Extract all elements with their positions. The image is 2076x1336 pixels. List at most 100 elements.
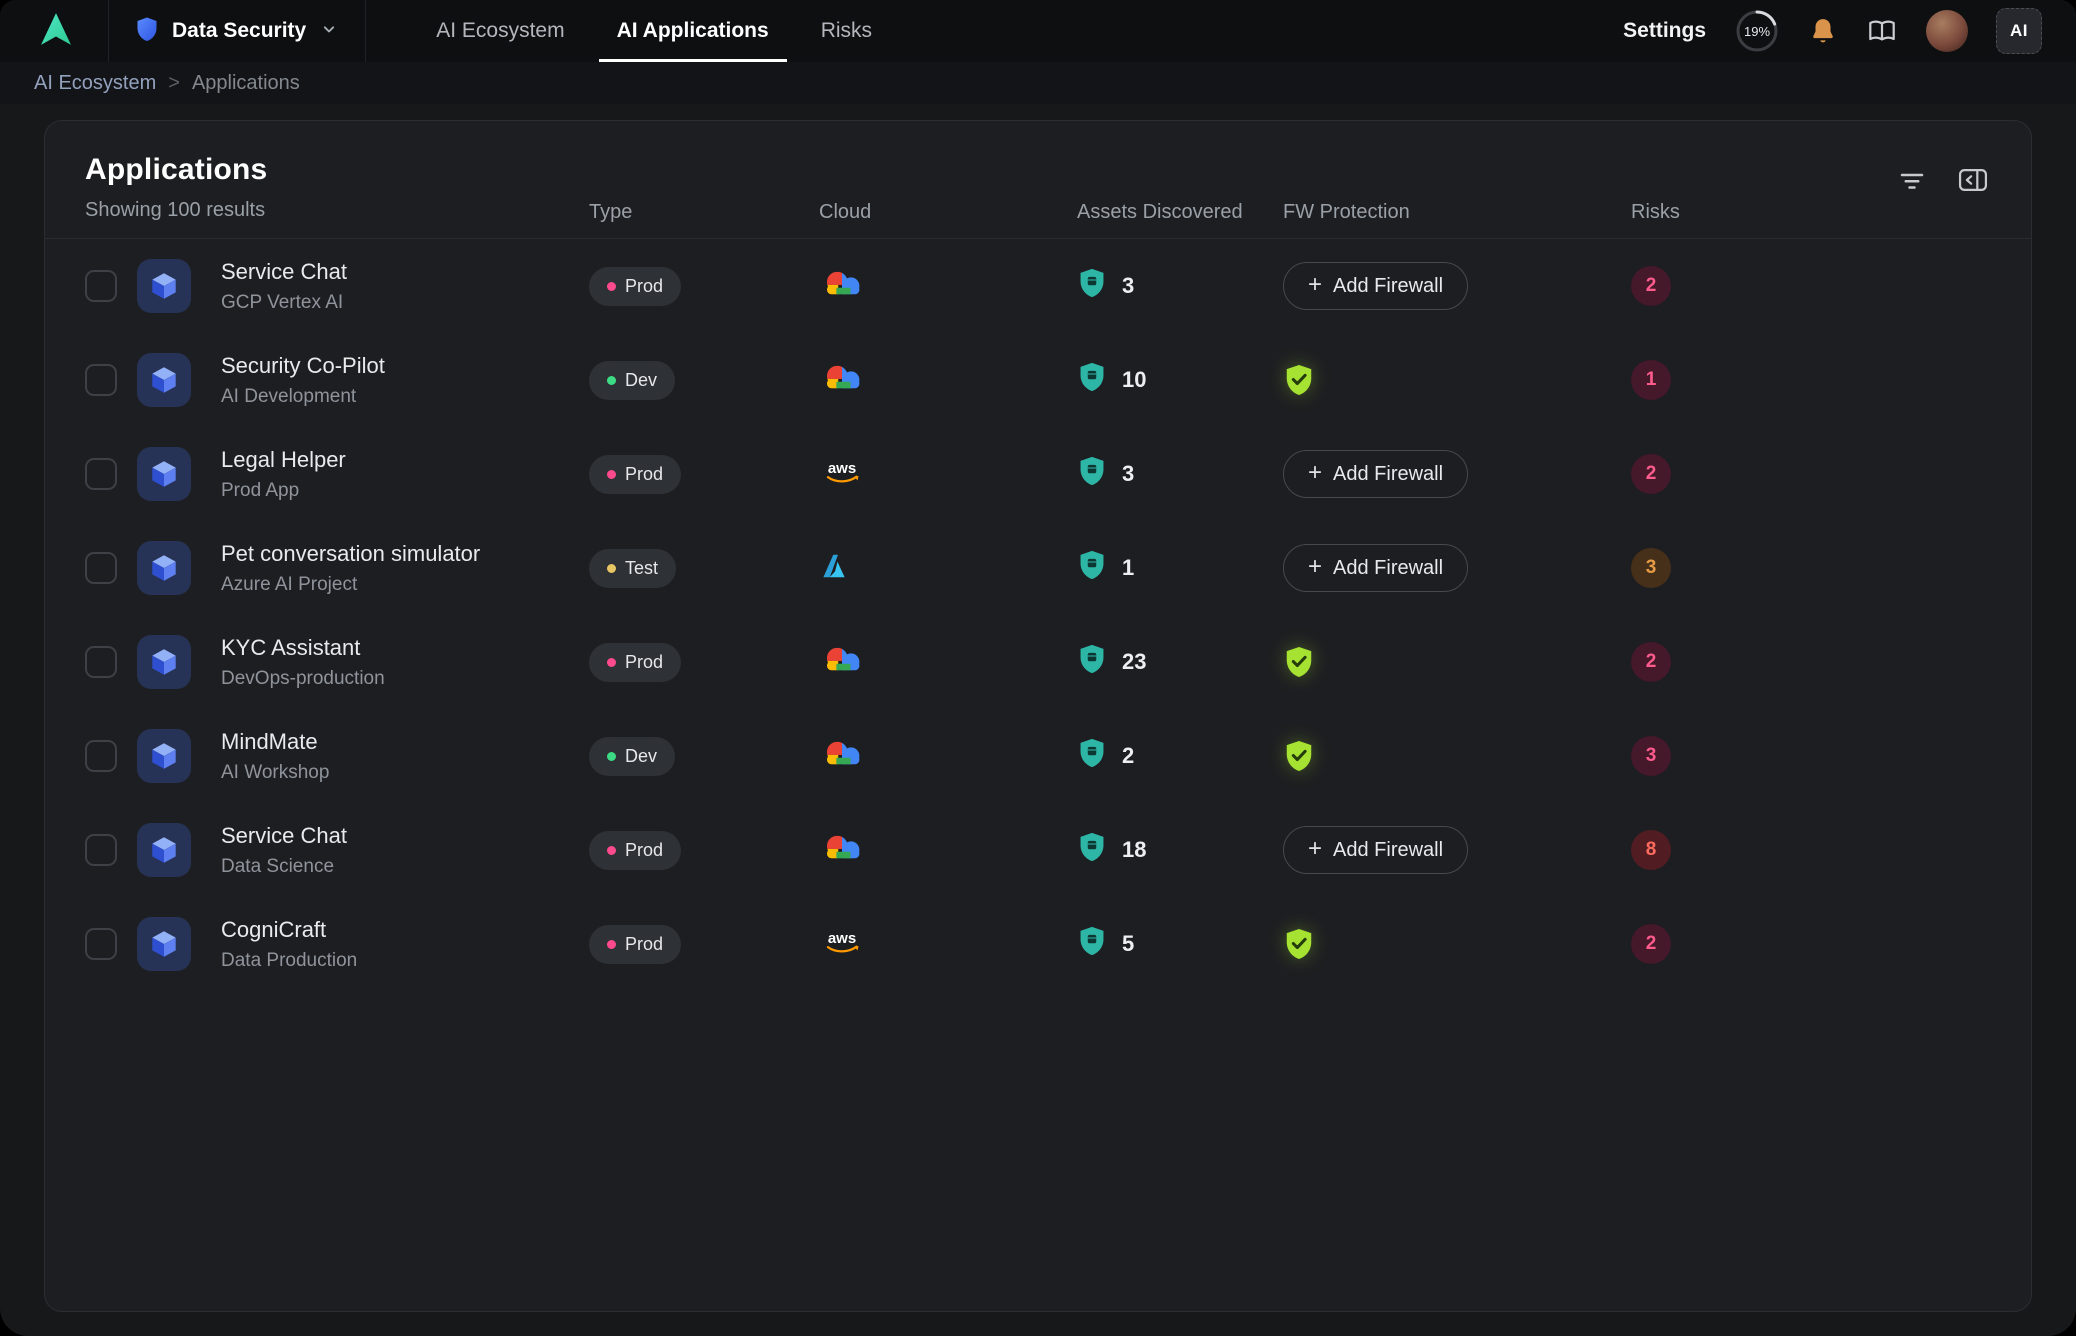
type-label: Prod — [625, 652, 663, 673]
user-avatar[interactable] — [1926, 10, 1968, 52]
plus-icon: + — [1308, 837, 1322, 861]
assets-count: 3 — [1122, 273, 1134, 299]
table-row[interactable]: CogniCraft Data Production Prod aws — [45, 897, 2031, 991]
table-header: Showing 100 results Type Cloud Assets Di… — [45, 191, 2031, 239]
add-firewall-button[interactable]: + Add Firewall — [1283, 826, 1468, 874]
row-checkbox[interactable] — [85, 928, 117, 960]
brand-arrow-icon — [36, 9, 76, 54]
plus-icon: + — [1308, 461, 1322, 485]
plus-icon: + — [1308, 273, 1322, 297]
risk-badge[interactable]: 8 — [1631, 830, 1671, 870]
docs-book-icon[interactable] — [1866, 16, 1898, 46]
app-cube-icon — [137, 447, 191, 501]
row-checkbox[interactable] — [85, 458, 117, 490]
gcp-cloud-icon — [819, 268, 865, 305]
table-row[interactable]: MindMate AI Workshop Dev — [45, 709, 2031, 803]
nav-tab-ai-applications[interactable]: AI Applications — [591, 0, 795, 62]
type-badge: Prod — [589, 925, 681, 964]
row-checkbox[interactable] — [85, 834, 117, 866]
type-dot — [607, 940, 616, 949]
type-label: Test — [625, 558, 658, 579]
app-cube-icon — [137, 541, 191, 595]
type-label: Dev — [625, 370, 657, 391]
risk-badge[interactable]: 2 — [1631, 924, 1671, 964]
table-row[interactable]: Pet conversation simulator Azure AI Proj… — [45, 521, 2031, 615]
risk-badge[interactable]: 2 — [1631, 454, 1671, 494]
type-label: Prod — [625, 934, 663, 955]
app-subtitle: Azure AI Project — [221, 574, 589, 596]
nav-tab-ai-ecosystem[interactable]: AI Ecosystem — [410, 0, 590, 62]
ai-badge-label: AI — [2010, 21, 2028, 41]
brand-logo[interactable] — [0, 0, 108, 62]
row-checkbox[interactable] — [85, 364, 117, 396]
add-firewall-button[interactable]: + Add Firewall — [1283, 544, 1468, 592]
table-row[interactable]: Service Chat GCP Vertex AI Prod — [45, 239, 2031, 333]
table-row[interactable]: KYC Assistant DevOps-production Prod — [45, 615, 2031, 709]
assets-count: 3 — [1122, 461, 1134, 487]
product-shield-icon — [135, 16, 159, 47]
settings-link[interactable]: Settings — [1623, 19, 1706, 43]
type-badge: Dev — [589, 361, 675, 400]
ai-assistant-button[interactable]: AI — [1996, 8, 2042, 54]
row-checkbox[interactable] — [85, 552, 117, 584]
type-label: Prod — [625, 840, 663, 861]
row-checkbox[interactable] — [85, 270, 117, 302]
app-name: MindMate — [221, 729, 589, 755]
table-row[interactable]: Legal Helper Prod App Prod aws — [45, 427, 2031, 521]
breadcrumb-ai-ecosystem[interactable]: AI Ecosystem — [34, 72, 156, 95]
app-subtitle: AI Development — [221, 386, 589, 408]
notifications-bell-icon[interactable] — [1808, 16, 1838, 46]
firewall-protected-icon — [1283, 645, 1631, 679]
usage-ring[interactable]: 19% — [1734, 8, 1780, 54]
app-name: KYC Assistant — [221, 635, 589, 661]
assets-shield-icon — [1077, 455, 1107, 493]
app-cube-icon — [137, 823, 191, 877]
columns-icon[interactable] — [1957, 165, 1989, 195]
app-name: CogniCraft — [221, 917, 589, 943]
row-checkbox[interactable] — [85, 646, 117, 678]
risk-badge[interactable]: 3 — [1631, 548, 1671, 588]
type-dot — [607, 752, 616, 761]
app-subtitle: Prod App — [221, 480, 589, 502]
navbar-right: Settings 19% — [1623, 0, 2076, 62]
assets-count: 2 — [1122, 743, 1134, 769]
page-title: Applications — [85, 153, 2031, 187]
col-header-fw: FW Protection — [1283, 201, 1631, 224]
col-header-assets: Assets Discovered — [1077, 201, 1283, 224]
tab-label: Risks — [821, 19, 872, 43]
app-name: Security Co-Pilot — [221, 353, 589, 379]
app-cube-icon — [137, 259, 191, 313]
aws-cloud-icon: aws — [819, 457, 865, 492]
risk-badge[interactable]: 2 — [1631, 266, 1671, 306]
type-label: Dev — [625, 746, 657, 767]
app-cube-icon — [137, 729, 191, 783]
type-badge: Prod — [589, 643, 681, 682]
gcp-cloud-icon — [819, 644, 865, 681]
table-row[interactable]: Service Chat Data Science Prod — [45, 803, 2031, 897]
azure-cloud-icon — [819, 551, 849, 586]
app-name: Service Chat — [221, 259, 589, 285]
col-header-cloud: Cloud — [819, 201, 1077, 224]
filter-icon[interactable] — [1897, 165, 1927, 195]
add-firewall-button[interactable]: + Add Firewall — [1283, 262, 1468, 310]
nav-tab-risks[interactable]: Risks — [795, 0, 898, 62]
app-subtitle: GCP Vertex AI — [221, 292, 589, 314]
assets-count: 1 — [1122, 555, 1134, 581]
risk-badge[interactable]: 1 — [1631, 360, 1671, 400]
assets-shield-icon — [1077, 925, 1107, 963]
add-firewall-label: Add Firewall — [1333, 275, 1443, 298]
row-checkbox[interactable] — [85, 740, 117, 772]
aws-cloud-icon: aws — [819, 927, 865, 962]
table-row[interactable]: Security Co-Pilot AI Development Dev — [45, 333, 2031, 427]
breadcrumb-separator: > — [168, 72, 180, 95]
col-header-type: Type — [589, 201, 819, 224]
app-cube-icon — [137, 635, 191, 689]
col-header-risks: Risks — [1631, 201, 1991, 224]
risk-badge[interactable]: 2 — [1631, 642, 1671, 682]
risk-badge[interactable]: 3 — [1631, 736, 1671, 776]
assets-shield-icon — [1077, 549, 1107, 587]
product-selector[interactable]: Data Security — [108, 0, 366, 62]
add-firewall-button[interactable]: + Add Firewall — [1283, 450, 1468, 498]
app-subtitle: Data Science — [221, 856, 589, 878]
gcp-cloud-icon — [819, 832, 865, 869]
